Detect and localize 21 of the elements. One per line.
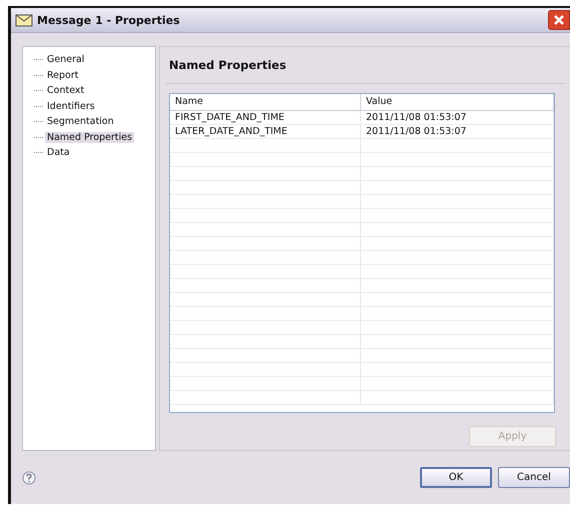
table-cell: 2011/11/08 01:53:07 bbox=[361, 125, 554, 138]
envelope-icon bbox=[15, 13, 33, 27]
column-header[interactable]: Value bbox=[361, 94, 554, 110]
tree-item[interactable]: Segmentation bbox=[45, 116, 116, 128]
tree-item[interactable]: Report bbox=[45, 70, 80, 81]
help-icon[interactable] bbox=[22, 470, 36, 484]
window-title: Message 1 - Properties bbox=[37, 14, 181, 26]
table-cell: FIRST_DATE_AND_TIME bbox=[170, 111, 361, 124]
ok-button[interactable]: OK bbox=[420, 467, 492, 488]
close-button[interactable] bbox=[548, 10, 570, 30]
column-header[interactable]: Name bbox=[170, 94, 361, 110]
panel-title: Named Properties bbox=[169, 57, 288, 74]
table-cell: LATER_DATE_AND_TIME bbox=[170, 125, 361, 138]
tree-item[interactable]: General bbox=[45, 54, 86, 66]
cancel-button[interactable]: Cancel bbox=[498, 467, 570, 488]
tree-item[interactable]: Context bbox=[45, 85, 86, 96]
tree-item[interactable]: Identifiers bbox=[45, 100, 97, 112]
tree-item[interactable]: Data bbox=[45, 147, 72, 158]
table-cell: 2011/11/08 01:53:07 bbox=[361, 111, 554, 124]
close-icon bbox=[554, 15, 564, 25]
tree-item[interactable]: Named Properties bbox=[45, 132, 134, 143]
